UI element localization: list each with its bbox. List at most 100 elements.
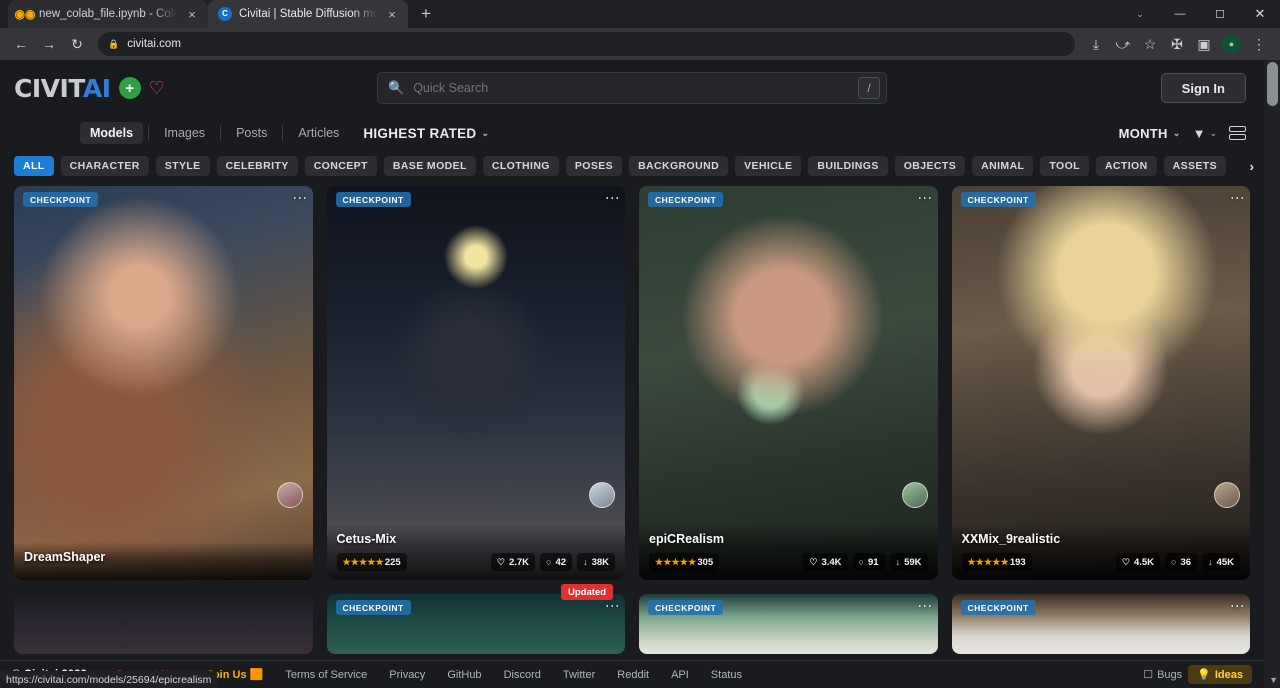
comments-stat: ○ 36 <box>1165 553 1197 571</box>
tab-models[interactable]: Models <box>80 122 143 144</box>
footer-link-github[interactable]: GitHub <box>436 669 492 681</box>
footer-link-status[interactable]: Status <box>700 669 753 681</box>
filter-button[interactable]: ▼ ⌄ <box>1193 126 1217 141</box>
model-card[interactable]: CHECKPOINT ⋮ <box>639 594 938 654</box>
minimize-icon[interactable]: — <box>1160 0 1200 28</box>
model-preview-image <box>14 186 313 580</box>
tab-search-chevron-icon[interactable]: ⌄ <box>1120 0 1160 28</box>
chip-action[interactable]: ACTION <box>1096 156 1157 176</box>
period-dropdown[interactable]: MONTH ⌄ <box>1119 126 1181 141</box>
avatar[interactable] <box>277 482 303 508</box>
card-menu-icon[interactable]: ⋮ <box>295 191 304 205</box>
colab-icon: ◉◉ <box>18 7 32 21</box>
tab-posts[interactable]: Posts <box>226 122 277 144</box>
browser-tab-colab[interactable]: ◉◉ new_colab_file.ipynb - Colaborat × <box>8 0 208 28</box>
chip-style[interactable]: STYLE <box>156 156 210 176</box>
model-stats: ★★★★★ 193 ♡ 4.5K ○ 36 <box>962 553 1241 571</box>
share-icon[interactable]: ⤻ <box>1110 31 1136 57</box>
comments-count: 42 <box>555 557 566 568</box>
heart-icon: ♡ <box>497 557 505 568</box>
card-menu-icon[interactable]: ⋮ <box>920 599 929 613</box>
heart-icon[interactable]: ♡ <box>149 79 165 97</box>
model-card[interactable]: CHECKPOINT ⋮ DreamShaper <box>14 186 313 580</box>
site-logo[interactable]: CIVITAI + ♡ <box>14 74 165 103</box>
extensions-puzzle-icon[interactable]: ✠ <box>1164 31 1190 57</box>
chip-background[interactable]: BACKGROUND <box>629 156 728 176</box>
model-card[interactable]: Updated CHECKPOINT ⋮ <box>327 594 626 654</box>
sort-dropdown[interactable]: HIGHEST RATED ⌄ <box>363 126 489 141</box>
profile-avatar[interactable]: ● <box>1222 35 1241 54</box>
chips-next-arrow-icon[interactable]: › <box>1250 159 1254 174</box>
model-card[interactable]: CHECKPOINT ⋮ Cetus-Mix ★★★★★ 225 ♡ 2.7K <box>327 186 626 580</box>
bookmark-star-icon[interactable]: ☆ <box>1137 31 1163 57</box>
address-bar[interactable]: 🔒 civitai.com <box>98 32 1075 56</box>
chip-assets[interactable]: ASSETS <box>1164 156 1226 176</box>
chip-objects[interactable]: OBJECTS <box>895 156 965 176</box>
close-icon[interactable]: × <box>384 6 400 22</box>
search-icon: 🔍 <box>388 80 404 96</box>
tab-title: Civitai | Stable Diffusion models, <box>239 8 377 20</box>
avatar[interactable] <box>1214 482 1240 508</box>
model-card[interactable]: CHECKPOINT ⋮ XXMix_9realistic ★★★★★ 193 … <box>952 186 1251 580</box>
card-menu-icon[interactable]: ⋮ <box>1233 191 1242 205</box>
tab-images[interactable]: Images <box>154 122 215 144</box>
status-badge: CHECKPOINT <box>23 192 98 207</box>
footer-link-twitter[interactable]: Twitter <box>552 669 606 681</box>
side-panel-icon[interactable]: ▣ <box>1191 31 1217 57</box>
model-card[interactable]: CHECKPOINT ⋮ <box>952 594 1251 654</box>
rating-count: 225 <box>385 557 401 568</box>
chip-celebrity[interactable]: CELEBRITY <box>217 156 298 176</box>
page-content: CIVITAI + ♡ 🔍 Quick Search / Sign In Mod… <box>0 60 1264 688</box>
footer-link-privacy[interactable]: Privacy <box>378 669 436 681</box>
category-chips: ALL CHARACTER STYLE CELEBRITY CONCEPT BA… <box>0 150 1264 178</box>
search-input[interactable]: 🔍 Quick Search / <box>377 72 887 104</box>
avatar[interactable] <box>589 482 615 508</box>
chip-all[interactable]: ALL <box>14 156 54 176</box>
avatar[interactable] <box>902 482 928 508</box>
model-card[interactable] <box>14 594 313 654</box>
chip-tool[interactable]: TOOL <box>1040 156 1089 176</box>
forward-icon[interactable]: → <box>36 31 62 57</box>
rating-badge: ★★★★★ 193 <box>962 553 1032 571</box>
model-card[interactable]: CHECKPOINT ⋮ epiCRealism ★★★★★ 305 ♡ 3. <box>639 186 938 580</box>
footer-link-api[interactable]: API <box>660 669 700 681</box>
footer-link-terms[interactable]: Terms of Service <box>274 669 378 681</box>
card-menu-icon[interactable]: ⋮ <box>608 599 617 613</box>
chip-base-model[interactable]: BASE MODEL <box>384 156 476 176</box>
chip-poses[interactable]: POSES <box>566 156 622 176</box>
chip-clothing[interactable]: CLOTHING <box>483 156 559 176</box>
chip-vehicle[interactable]: VEHICLE <box>735 156 801 176</box>
scroll-down-arrow-icon[interactable]: ▼ <box>1269 675 1278 685</box>
card-menu-icon[interactable]: ⋮ <box>608 191 617 205</box>
chip-buildings[interactable]: BUILDINGS <box>808 156 887 176</box>
browser-tab-civitai[interactable]: C Civitai | Stable Diffusion models, × <box>208 0 408 28</box>
chrome-menu-icon[interactable]: ⋮ <box>1246 31 1272 57</box>
sign-in-button[interactable]: Sign In <box>1161 73 1246 103</box>
maximize-icon[interactable]: ☐ <box>1200 0 1240 28</box>
status-bar: https://civitai.com/models/25694/epicrea… <box>0 671 217 688</box>
status-badge: CHECKPOINT <box>961 192 1036 207</box>
chip-concept[interactable]: CONCEPT <box>305 156 377 176</box>
tab-articles[interactable]: Articles <box>288 122 349 144</box>
footer-link-reddit[interactable]: Reddit <box>606 669 660 681</box>
civitai-icon: C <box>218 7 232 21</box>
card-menu-icon[interactable]: ⋮ <box>1233 599 1242 613</box>
close-window-icon[interactable]: ✕ <box>1240 0 1280 28</box>
back-icon[interactable]: ← <box>8 31 34 57</box>
install-icon[interactable]: ⤓ <box>1083 31 1109 57</box>
new-tab-button[interactable]: + <box>412 0 440 28</box>
chip-animal[interactable]: ANIMAL <box>972 156 1033 176</box>
close-icon[interactable]: × <box>184 6 200 22</box>
card-menu-icon[interactable]: ⋮ <box>920 191 929 205</box>
bugs-button[interactable]: ☐ Bugs <box>1143 668 1182 681</box>
scrollbar-track[interactable] <box>1264 60 1280 688</box>
create-button[interactable]: + <box>119 77 141 99</box>
footer-link-discord[interactable]: Discord <box>493 669 552 681</box>
ideas-button[interactable]: 💡 Ideas <box>1188 665 1252 684</box>
likes-stat: ♡ 4.5K <box>1116 553 1160 571</box>
reload-icon[interactable]: ↻ <box>64 31 90 57</box>
chip-character[interactable]: CHARACTER <box>61 156 149 176</box>
layout-toggle-icon[interactable] <box>1229 126 1246 140</box>
scrollbar-thumb[interactable] <box>1267 62 1278 106</box>
model-title: epiCRealism <box>649 532 928 546</box>
